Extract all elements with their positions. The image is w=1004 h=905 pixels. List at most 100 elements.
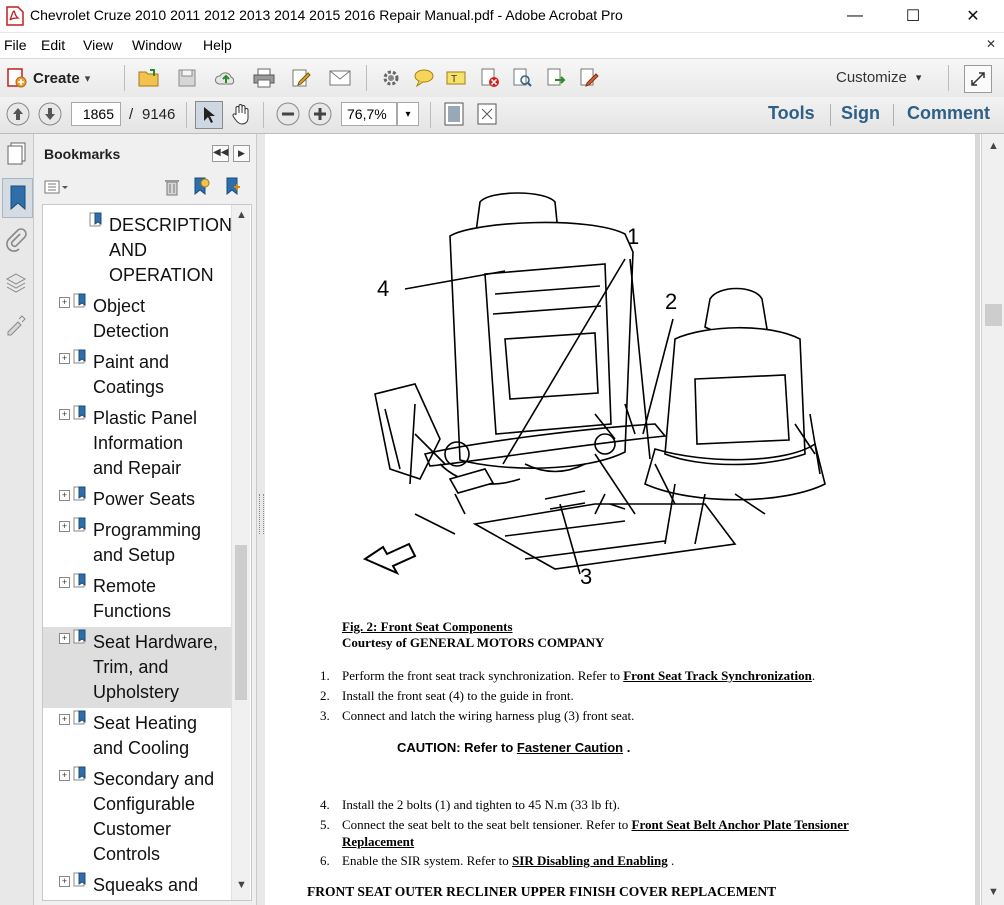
menu-file[interactable]: File <box>4 37 27 53</box>
scroll-up-icon[interactable]: ▲ <box>236 209 247 221</box>
attachments-paperclip-icon[interactable] <box>5 228 27 257</box>
bookmark-item[interactable]: + Object Detection <box>43 291 233 347</box>
gear-icon[interactable] <box>379 66 403 90</box>
customize-button[interactable]: Customize ▾ <box>836 69 921 86</box>
menu-help[interactable]: Help <box>203 37 232 53</box>
menu-window[interactable]: Window <box>132 37 182 53</box>
expand-bookmark-icon[interactable]: + <box>59 770 70 781</box>
bookmark-item[interactable]: + Paint and Coatings <box>43 347 233 403</box>
expand-bookmark-icon[interactable]: + <box>59 876 70 887</box>
expand-bookmark-icon[interactable]: + <box>59 577 70 588</box>
maximize-button[interactable]: ☐ <box>890 0 936 32</box>
bookmarks-rail-button[interactable] <box>2 178 33 218</box>
link-seat-belt-anchor[interactable]: Front Seat Belt Anchor Plate Tensioner <box>632 817 849 832</box>
bookmark-label-line: Configurable <box>93 794 196 814</box>
export-page-icon[interactable] <box>544 66 568 90</box>
bookmark-from-selection-icon[interactable] <box>224 177 242 202</box>
select-tool-button[interactable] <box>195 101 223 129</box>
bookmarks-scrollbar[interactable]: ▲ ▼ <box>231 205 250 900</box>
new-bookmark-icon[interactable] <box>192 177 210 202</box>
bookmark-label-line: Seat Hardware, <box>93 632 219 652</box>
fit-page-button[interactable] <box>442 101 466 127</box>
comment-bubble-icon[interactable] <box>412 66 436 90</box>
menu-edit[interactable]: Edit <box>41 37 65 53</box>
bookmark-item[interactable]: + Remote Functions <box>43 571 233 627</box>
hand-tool-button[interactable] <box>228 101 254 127</box>
fit-page-icon <box>444 102 464 126</box>
doc-scroll-up-icon[interactable]: ▲ <box>988 140 999 152</box>
previous-page-button[interactable] <box>5 101 31 127</box>
bookmark-label-line: and Setup <box>93 545 176 565</box>
layers-icon[interactable] <box>5 272 27 299</box>
page-edge-shadow <box>975 134 980 905</box>
expand-bookmark-icon[interactable]: + <box>59 353 70 364</box>
close-window-button[interactable]: ✕ <box>950 0 996 32</box>
collapse-panel-icon[interactable]: ◀◀ <box>212 145 229 162</box>
page-thumbnails-icon[interactable] <box>6 142 28 171</box>
bookmark-item[interactable]: + Seat Heating and Cooling <box>43 708 233 764</box>
doc-scroll-down-icon[interactable]: ▼ <box>988 886 999 898</box>
total-pages: 9146 <box>142 106 176 123</box>
delete-page-icon[interactable] <box>478 66 502 90</box>
signatures-pen-icon[interactable] <box>5 314 27 341</box>
menu-view[interactable]: View <box>83 37 113 53</box>
expand-bookmark-icon[interactable]: + <box>59 409 70 420</box>
bookmark-item[interactable]: + Power Seats <box>43 484 233 515</box>
scroll-down-icon[interactable]: ▼ <box>236 879 247 891</box>
next-page-button[interactable] <box>37 101 63 127</box>
link-fastener-caution[interactable]: Fastener Caution <box>517 740 623 755</box>
page-number-input[interactable] <box>71 102 121 126</box>
bookmark-label: Remote Functions <box>93 574 171 624</box>
bookmark-label-line: Squeaks and <box>93 875 199 895</box>
open-folder-icon[interactable] <box>137 66 161 90</box>
procedure-steps-continued: 4. Install the 2 bolts (1) and tighten t… <box>320 796 960 872</box>
zoom-level-input[interactable]: 76,7% <box>341 102 397 126</box>
bookmark-options-icon[interactable] <box>44 180 70 199</box>
bookmarks-scroll-thumb[interactable] <box>235 545 247 700</box>
step-1: 1. Perform the front seat track synchron… <box>320 668 816 683</box>
expand-panel-icon[interactable]: ▶ <box>233 145 250 162</box>
save-icon[interactable] <box>175 66 199 90</box>
minimize-button[interactable]: — <box>832 0 878 32</box>
step-6: 6. Enable the SIR system. Refer to SIR D… <box>320 853 675 868</box>
bookmark-label: Seat Hardware, Trim, and Upholstery <box>93 630 218 705</box>
close-document-icon[interactable]: ✕ <box>986 37 996 51</box>
expand-view-button[interactable] <box>964 65 992 93</box>
delete-bookmark-icon[interactable] <box>164 178 180 201</box>
bookmark-item[interactable]: + Squeaks and <box>43 870 233 900</box>
zoom-out-button[interactable] <box>275 101 301 127</box>
toolbar-separator <box>366 65 367 91</box>
print-icon[interactable] <box>252 66 276 90</box>
bookmark-label-line: DESCRIPTION <box>109 215 233 235</box>
svg-text:T: T <box>451 74 457 85</box>
cloud-upload-icon[interactable] <box>214 66 238 90</box>
document-scrollbar[interactable]: ▲ ▼ <box>981 134 1004 905</box>
highlight-text-icon[interactable]: T <box>444 66 468 90</box>
link-seat-belt-anchor-continued[interactable]: Replacement <box>342 833 414 850</box>
edit-document-icon[interactable] <box>290 66 314 90</box>
expand-bookmark-icon[interactable]: + <box>59 521 70 532</box>
link-front-seat-track-sync[interactable]: Front Seat Track Synchronization <box>623 668 812 683</box>
search-pages-icon[interactable] <box>510 66 534 90</box>
bookmark-item[interactable]: + Seat Hardware, Trim, and Upholstery <box>43 627 233 708</box>
bookmark-item[interactable]: + Plastic Panel Information and Repair <box>43 403 233 484</box>
expand-bookmark-icon[interactable]: + <box>59 297 70 308</box>
create-button[interactable]: Create ▾ <box>6 66 90 90</box>
sign-document-icon[interactable] <box>577 66 601 90</box>
bookmark-item[interactable]: DESCRIPTION AND OPERATION <box>43 210 233 291</box>
expand-bookmark-icon[interactable]: + <box>59 633 70 644</box>
bookmark-item[interactable]: + Programming and Setup <box>43 515 233 571</box>
link-sir-disabling[interactable]: SIR Disabling and Enabling <box>512 853 668 868</box>
email-icon[interactable] <box>328 66 352 90</box>
expand-bookmark-icon[interactable]: + <box>59 490 70 501</box>
zoom-in-button[interactable] <box>307 101 333 127</box>
sign-tab[interactable]: Sign <box>841 103 880 124</box>
figure-caption: Fig. 2: Front Seat Components <box>342 619 513 634</box>
full-screen-button[interactable] <box>475 101 499 127</box>
expand-bookmark-icon[interactable]: + <box>59 714 70 725</box>
tools-tab[interactable]: Tools <box>768 103 815 124</box>
comment-tab[interactable]: Comment <box>907 103 990 124</box>
bookmark-item[interactable]: + Secondary and Configurable Customer Contro… <box>43 764 233 870</box>
zoom-dropdown-icon[interactable]: ▾ <box>397 102 419 126</box>
document-scroll-thumb[interactable] <box>985 304 1002 326</box>
